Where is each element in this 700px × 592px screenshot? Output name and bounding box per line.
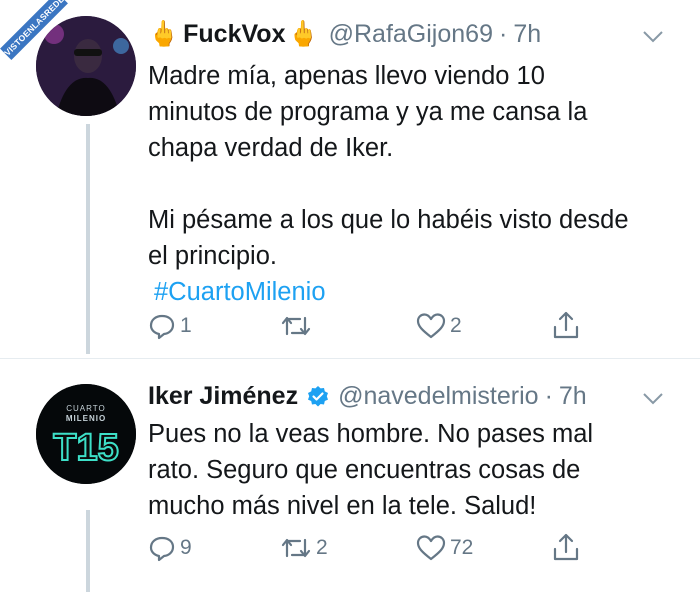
heart-icon <box>416 535 446 561</box>
tweet-paragraph: Madre mía, apenas llevo viendo 10 minuto… <box>148 62 588 162</box>
timestamp[interactable]: 7h <box>559 382 587 411</box>
share-button[interactable] <box>552 532 580 562</box>
logo-top-text: CUARTO <box>66 404 106 413</box>
like-count: 72 <box>450 536 474 559</box>
avatar-photo <box>36 16 136 116</box>
user-handle[interactable]: @RafaGijon69 <box>329 20 493 49</box>
avatar[interactable]: CUARTO MILENIO T15 <box>36 384 136 484</box>
tweet-actions: 9 2 72 <box>148 532 588 564</box>
thread-line <box>86 124 90 354</box>
reply-icon <box>149 536 175 562</box>
display-name[interactable]: FuckVox <box>183 20 285 49</box>
display-name[interactable]: Iker Jiménez <box>148 382 298 411</box>
tweet-paragraph: Pues no la veas hombre. No pases mal rat… <box>148 420 594 520</box>
share-icon <box>553 311 579 339</box>
heart-icon <box>416 313 446 339</box>
retweet-icon <box>281 316 311 336</box>
hashtag-link[interactable]: #CuartoMilenio <box>154 274 638 310</box>
like-button[interactable]: 72 <box>416 534 473 562</box>
emoji-right: 🖕 <box>287 20 319 48</box>
tweet-text: Madre mía, apenas llevo viendo 10 minuto… <box>148 58 638 310</box>
logo-middle-text: MILENIO <box>66 414 106 423</box>
reply-button[interactable]: 9 <box>148 534 192 562</box>
separator-dot: · <box>544 382 553 410</box>
retweet-count: 2 <box>316 536 328 559</box>
verified-badge-icon <box>308 385 329 406</box>
chevron-down-icon[interactable] <box>642 30 664 44</box>
logo-mark: T15 <box>53 427 118 469</box>
cuarto-milenio-logo: CUARTO MILENIO T15 <box>36 384 136 484</box>
like-button[interactable]: 2 <box>416 312 462 340</box>
reply-count: 9 <box>180 536 192 559</box>
reply-icon <box>149 314 175 340</box>
tweet-text: Pues no la veas hombre. No pases mal rat… <box>148 416 638 524</box>
retweet-button[interactable]: 2 <box>280 534 328 562</box>
tweet-paragraph: Mi pésame a los que lo habéis visto desd… <box>148 206 629 270</box>
share-button[interactable] <box>552 310 580 340</box>
tweet-actions: 1 2 <box>148 310 588 342</box>
avatar[interactable] <box>36 16 136 116</box>
reply-button[interactable]: 1 <box>148 312 192 340</box>
user-handle[interactable]: @navedelmisterio <box>338 382 538 411</box>
timestamp[interactable]: 7h <box>513 20 541 49</box>
tweet-header: 🖕 FuckVox 🖕 @RafaGijon69 · 7h <box>148 20 541 49</box>
tweet-divider <box>0 358 700 359</box>
thread-line <box>86 510 90 592</box>
emoji-left: 🖕 <box>148 20 180 48</box>
retweet-icon <box>281 538 311 558</box>
tweet-header: Iker Jiménez @navedelmisterio · 7h <box>148 382 587 411</box>
like-count: 2 <box>450 314 462 337</box>
retweet-button[interactable] <box>280 312 316 340</box>
reply-count: 1 <box>180 314 192 337</box>
chevron-down-icon[interactable] <box>642 392 664 406</box>
share-icon <box>553 533 579 561</box>
separator-dot: · <box>498 20 508 48</box>
